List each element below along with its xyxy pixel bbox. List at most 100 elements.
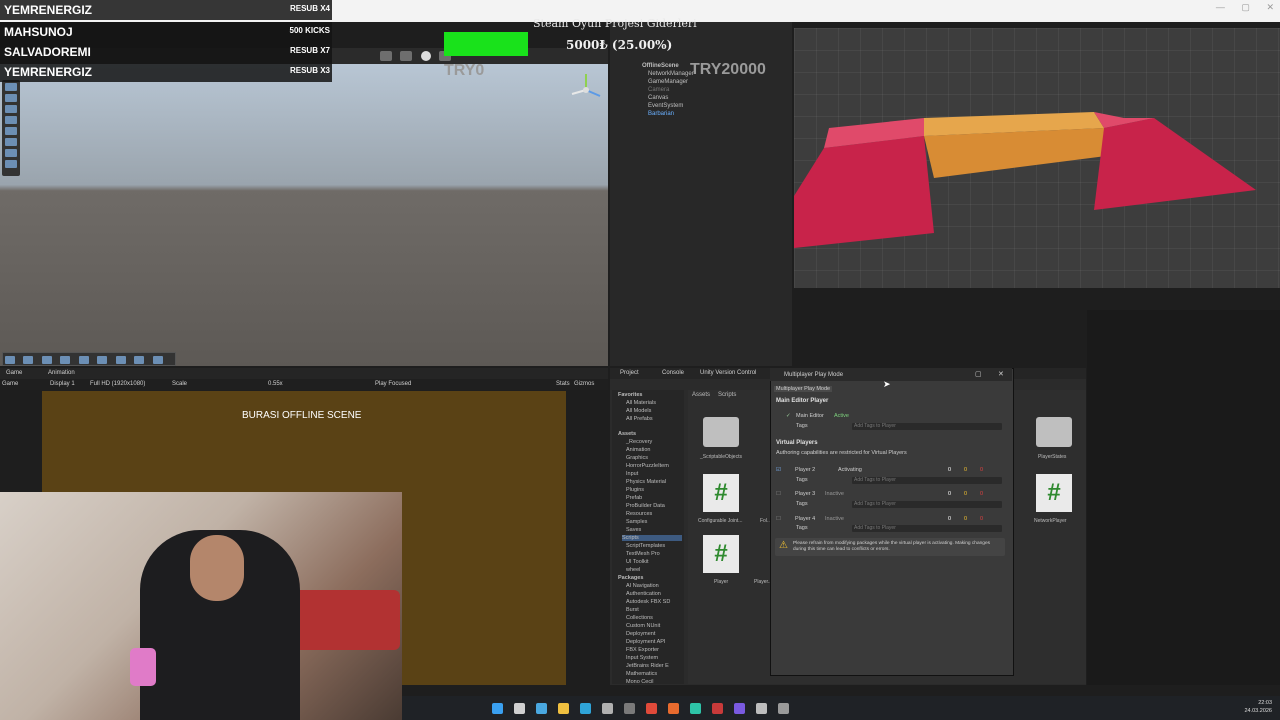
tree-item[interactable]: Plugins <box>626 487 644 493</box>
hierarchy-item[interactable]: EventSystem <box>648 103 683 109</box>
taskbar-clock[interactable]: 22:03 24.03.2026 <box>1244 699 1272 715</box>
app-icon[interactable] <box>624 703 635 714</box>
breadcrumb-scripts[interactable]: Scripts <box>718 392 736 398</box>
maximize-icon[interactable]: ▢ <box>1241 2 1250 12</box>
display-dropdown[interactable]: Display 1 <box>50 381 75 387</box>
discord-icon[interactable] <box>734 703 745 714</box>
script-icon[interactable]: # <box>703 535 739 573</box>
script-icon[interactable]: # <box>1036 474 1072 512</box>
tree-item[interactable]: Custom NUnit <box>626 623 660 629</box>
close-icon[interactable]: ✕ <box>998 370 1004 378</box>
player-3-checkbox[interactable]: ☐ <box>776 491 781 497</box>
tree-item[interactable]: HorrorPuzzleItem <box>626 463 669 469</box>
tree-item[interactable]: Animation <box>626 447 650 453</box>
chrome-icon[interactable] <box>646 703 657 714</box>
tree-item[interactable]: UI Toolkit <box>626 559 649 565</box>
hierarchy-item[interactable]: Camera <box>648 87 669 93</box>
tree-item[interactable]: All Materials <box>626 400 656 406</box>
tree-item[interactable]: wheel <box>626 567 640 573</box>
overlay-tool-icon[interactable] <box>78 356 89 364</box>
app-icon[interactable] <box>690 703 701 714</box>
folder-icon[interactable] <box>703 417 739 447</box>
overlay-tool-icon[interactable] <box>5 356 15 364</box>
overlay-tool-icon[interactable] <box>23 356 34 364</box>
rotate-tool-icon[interactable] <box>5 105 17 113</box>
file-explorer-icon[interactable] <box>558 703 569 714</box>
breadcrumb-assets[interactable]: Assets <box>692 392 710 398</box>
tags-field[interactable]: Add Tags to Player <box>852 525 1002 532</box>
close-icon[interactable]: ✕ <box>1266 2 1274 12</box>
overlay-tool-icon[interactable] <box>41 356 52 364</box>
copilot-icon[interactable] <box>536 703 547 714</box>
firefox-icon[interactable] <box>668 703 679 714</box>
tree-item[interactable]: Deployment API <box>626 639 665 645</box>
tab-console[interactable]: Console <box>662 370 684 376</box>
hand-tool-icon[interactable] <box>5 83 17 91</box>
tree-item[interactable]: All Prefabs <box>626 416 653 422</box>
folder-icon[interactable] <box>1036 417 1072 447</box>
play-focused-dropdown[interactable]: Play Focused <box>375 381 411 387</box>
tags-field[interactable]: Add Tags to Player <box>852 501 1002 508</box>
tree-item[interactable]: Mono Cecil <box>626 679 654 685</box>
tree-item-selected[interactable]: Scripts <box>622 535 682 541</box>
tree-item[interactable]: Resources <box>626 511 652 517</box>
app-icon[interactable] <box>712 703 723 714</box>
hierarchy-item[interactable]: OfflineScene <box>642 63 679 69</box>
overlay-tool-icon[interactable] <box>60 356 71 364</box>
tree-item[interactable]: Burst <box>626 607 639 613</box>
player-2-checkbox[interactable]: ☑ <box>776 467 781 473</box>
tags-field[interactable]: Add Tags to Player <box>852 477 1002 484</box>
scene-gizmo-icon[interactable] <box>566 70 606 110</box>
tab-animation[interactable]: Animation <box>48 370 75 376</box>
resolution-dropdown[interactable]: Full HD (1920x1080) <box>90 381 145 387</box>
store-icon[interactable] <box>602 703 613 714</box>
minimize-icon[interactable]: — <box>1216 2 1225 12</box>
packages-header[interactable]: Packages <box>618 575 643 581</box>
tree-item[interactable]: TextMesh Pro <box>626 551 660 557</box>
tree-item[interactable]: All Models <box>626 408 651 414</box>
tab-game[interactable]: Game <box>6 370 22 376</box>
window-controls[interactable]: — ▢ ✕ <box>1202 2 1274 13</box>
overlay-tool-icon[interactable] <box>115 356 126 364</box>
rect-tool-icon[interactable] <box>5 127 17 135</box>
mppm-tab[interactable]: Multiplayer Play Mode <box>774 386 833 392</box>
gizmos-button[interactable]: Gizmos <box>574 381 594 387</box>
probuilder-tool-icon[interactable] <box>5 160 17 168</box>
overlay-tool-icon[interactable] <box>134 356 145 364</box>
tab-project[interactable]: Project <box>620 370 639 376</box>
task-view-icon[interactable] <box>514 703 525 714</box>
game-dropdown[interactable]: Game <box>2 381 18 387</box>
hierarchy-item[interactable]: NetworkManager <box>648 71 694 77</box>
tags-field[interactable]: Add Tags to Player <box>852 423 1002 430</box>
scene-tool-icon[interactable] <box>400 51 413 61</box>
tree-item[interactable]: FBX Exporter <box>626 647 659 653</box>
tree-item[interactable]: JetBrains Rider E <box>626 663 669 669</box>
start-icon[interactable] <box>492 703 503 714</box>
tree-item[interactable]: AI Navigation <box>626 583 659 589</box>
hierarchy-item[interactable]: Canvas <box>648 95 668 101</box>
tree-item[interactable]: Saves <box>626 527 641 533</box>
favorites-header[interactable]: Favorites <box>618 392 642 398</box>
script-icon[interactable]: # <box>703 474 739 512</box>
tab-version-control[interactable]: Unity Version Control <box>700 370 756 376</box>
stats-button[interactable]: Stats <box>556 381 570 387</box>
overlay-tool-icon[interactable] <box>97 356 108 364</box>
player-4-checkbox[interactable]: ☐ <box>776 516 781 522</box>
hierarchy-item[interactable]: Barbarian <box>648 111 674 117</box>
tree-item[interactable]: ProBuilder Data <box>626 503 665 509</box>
overlay-tool-icon[interactable] <box>152 356 163 364</box>
tree-item[interactable]: Samples <box>626 519 647 525</box>
tree-item[interactable]: Graphics <box>626 455 648 461</box>
custom-tool-icon[interactable] <box>5 149 17 157</box>
edge-icon[interactable] <box>580 703 591 714</box>
transform-tool-icon[interactable] <box>5 138 17 146</box>
tree-item[interactable]: Prefab <box>626 495 642 501</box>
unity-icon[interactable] <box>756 703 767 714</box>
tree-item[interactable]: Input System <box>626 655 658 661</box>
move-tool-icon[interactable] <box>5 94 17 102</box>
unity-hub-icon[interactable] <box>778 703 789 714</box>
assets-header[interactable]: Assets <box>618 431 636 437</box>
tree-item[interactable]: ScriptTemplates <box>626 543 665 549</box>
tree-item[interactable]: Physics Material <box>626 479 666 485</box>
tree-item[interactable]: Autodesk FBX SD <box>626 599 670 605</box>
